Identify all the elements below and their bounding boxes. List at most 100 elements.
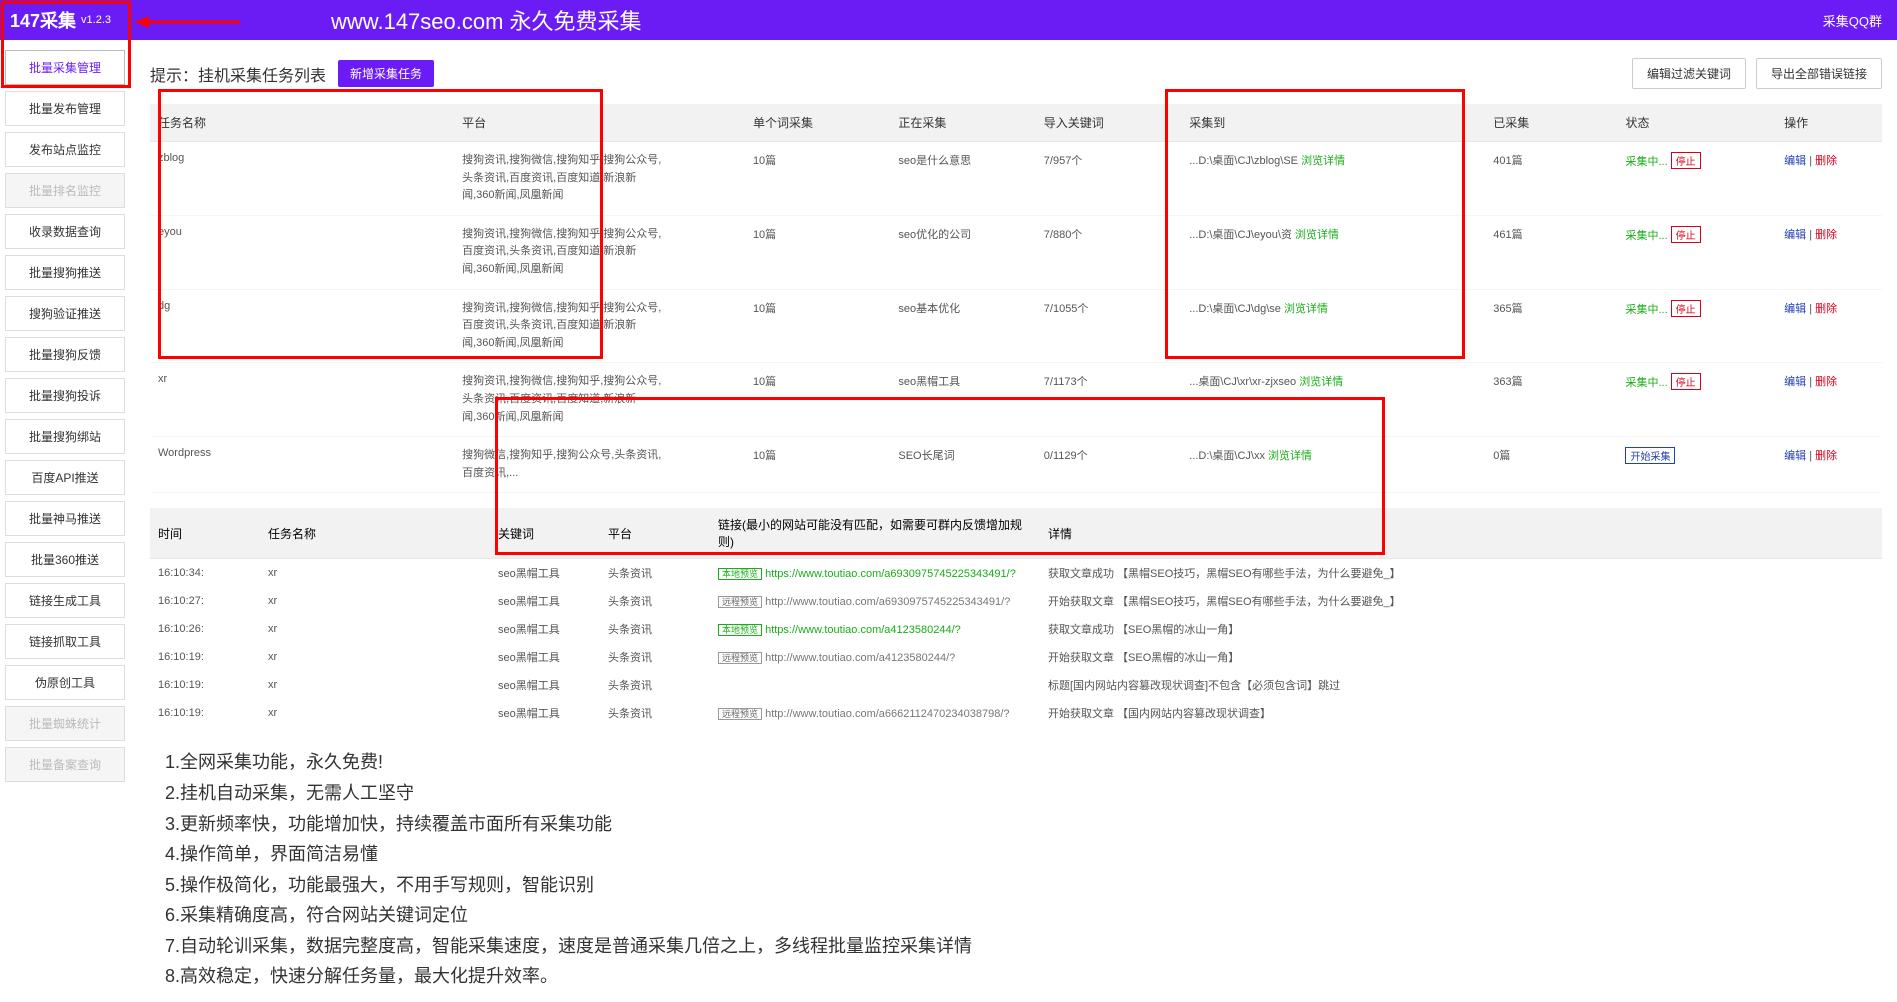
th-keywords: 导入关键词: [1036, 104, 1181, 142]
stop-button[interactable]: 停止: [1671, 152, 1701, 169]
delete-link[interactable]: 删除: [1815, 155, 1837, 167]
cell-collected: 365篇: [1485, 289, 1617, 363]
cell-single: 10篇: [745, 215, 890, 289]
cell-status: 采集中...停止: [1617, 215, 1776, 289]
task-row: zblog搜狗资讯,搜狗微信,搜狗知乎,搜狗公众号,头条资讯,百度资讯,百度知道…: [150, 142, 1882, 216]
status-text: 采集中...: [1625, 304, 1667, 316]
main-content: 提示：挂机采集任务列表 新增采集任务 编辑过滤关键词 导出全部错误链接 任务名称…: [130, 40, 1897, 1002]
browse-detail-link[interactable]: 浏览详情: [1295, 229, 1339, 241]
th-detail: 详情: [1040, 508, 1882, 559]
cell-time: 16:10:26:: [150, 615, 260, 643]
sidebar-item-7[interactable]: 批量搜狗反馈: [5, 337, 125, 372]
browse-detail-link[interactable]: 浏览详情: [1301, 155, 1345, 167]
start-button[interactable]: 开始采集: [1625, 447, 1675, 464]
sidebar-item-16: 批量蜘蛛统计: [5, 706, 125, 741]
cell-action: 编辑 | 删除: [1776, 437, 1882, 493]
cell-platform: 头条资讯: [600, 587, 710, 615]
feature-line: 4.操作简单，界面简洁易懂: [165, 839, 1882, 870]
cell-action: 编辑 | 删除: [1776, 215, 1882, 289]
delete-link[interactable]: 删除: [1815, 303, 1837, 315]
cell-platform: 搜狗资讯,搜狗微信,搜狗知乎,搜狗公众号,百度资讯,头条资讯,百度知道,新浪新闻…: [454, 215, 745, 289]
edit-link[interactable]: 编辑: [1784, 155, 1806, 167]
cell-keyword: seo黑帽工具: [490, 643, 600, 671]
cell-action: 编辑 | 删除: [1776, 289, 1882, 363]
cell-taskname: xr: [260, 615, 490, 643]
new-task-button[interactable]: 新增采集任务: [338, 60, 434, 87]
export-errors-button[interactable]: 导出全部错误链接: [1756, 58, 1882, 89]
cell-keywords: 7/1055个: [1036, 289, 1181, 363]
stop-button[interactable]: 停止: [1671, 226, 1701, 243]
cell-platform: 搜狗资讯,搜狗微信,搜狗知乎,搜狗公众号,头条资讯,百度资讯,百度知道,新浪新闻…: [454, 142, 745, 216]
feature-line: 7.自动轮训采集，数据完整度高，智能采集速度，速度是普通采集几倍之上，多线程批量…: [165, 931, 1882, 962]
cell-time: 16:10:19:: [150, 699, 260, 727]
sidebar-item-1[interactable]: 批量发布管理: [5, 91, 125, 126]
qq-group-link[interactable]: 采集QQ群: [1823, 11, 1882, 30]
cell-collecting: seo优化的公司: [890, 215, 1035, 289]
cell-time: 16:10:34:: [150, 559, 260, 588]
cell-detail: 开始获取文章 【国内网站内容篡改现状调查】: [1040, 699, 1882, 727]
browse-detail-link[interactable]: 浏览详情: [1268, 450, 1312, 462]
local-preview-badge[interactable]: 本地预览: [718, 624, 762, 636]
sidebar-item-13[interactable]: 链接生成工具: [5, 583, 125, 618]
cell-detail: 开始获取文章 【SEO黑帽的冰山一角】: [1040, 643, 1882, 671]
log-url[interactable]: http://www.toutiao.com/a6662112470234038…: [765, 708, 1009, 720]
filter-keywords-button[interactable]: 编辑过滤关键词: [1632, 58, 1746, 89]
app-logo: 147采集: [10, 7, 76, 33]
delete-link[interactable]: 删除: [1815, 229, 1837, 241]
feature-line: 8.高效稳定，快速分解任务量，最大化提升效率。: [165, 961, 1882, 992]
edit-link[interactable]: 编辑: [1784, 303, 1806, 315]
remote-preview-badge[interactable]: 远程预览: [718, 708, 762, 720]
sidebar-item-15[interactable]: 伪原创工具: [5, 665, 125, 700]
cell-collecting: SEO长尾词: [890, 437, 1035, 493]
sidebar-item-10[interactable]: 百度API推送: [5, 460, 125, 495]
stop-button[interactable]: 停止: [1671, 373, 1701, 390]
th-link: 链接(最小的网站可能没有匹配，如需要可群内反馈增加规则): [710, 508, 1040, 559]
stop-button[interactable]: 停止: [1671, 300, 1701, 317]
log-url[interactable]: https://www.toutiao.com/a693097574522534…: [765, 568, 1016, 580]
th-status: 状态: [1617, 104, 1776, 142]
remote-preview-badge[interactable]: 远程预览: [718, 652, 762, 664]
cell-link: 远程预览 http://www.toutiao.com/a69309757452…: [710, 587, 1040, 615]
cell-name: dg: [150, 289, 454, 363]
edit-link[interactable]: 编辑: [1784, 229, 1806, 241]
sidebar-item-2[interactable]: 发布站点监控: [5, 132, 125, 167]
cell-path: ...D:\桌面\CJ\eyou\资 浏览详情: [1181, 215, 1485, 289]
cell-detail: 开始获取文章 【黑帽SEO技巧，黑帽SEO有哪些手法，为什么要避免_】: [1040, 587, 1882, 615]
delete-link[interactable]: 删除: [1815, 450, 1837, 462]
local-preview-badge[interactable]: 本地预览: [718, 568, 762, 580]
log-row: 16:10:27:xrseo黑帽工具头条资讯远程预览 http://www.to…: [150, 587, 1882, 615]
cell-platform: 头条资讯: [600, 671, 710, 699]
sidebar-item-3: 批量排名监控: [5, 173, 125, 208]
cell-time: 16:10:19:: [150, 671, 260, 699]
task-row: Wordpress搜狗微信,搜狗知乎,搜狗公众号,头条资讯,百度资讯,...10…: [150, 437, 1882, 493]
cell-time: 16:10:27:: [150, 587, 260, 615]
log-url[interactable]: https://www.toutiao.com/a4123580244/?: [765, 624, 961, 636]
cell-platform: 头条资讯: [600, 559, 710, 588]
log-url[interactable]: http://www.toutiao.com/a6930975745225343…: [765, 596, 1010, 608]
top-bar: 提示：挂机采集任务列表 新增采集任务 编辑过滤关键词 导出全部错误链接: [150, 50, 1882, 104]
log-url[interactable]: http://www.toutiao.com/a4123580244/?: [765, 652, 955, 664]
sidebar-item-0[interactable]: 批量采集管理: [5, 50, 125, 85]
th-time: 时间: [150, 508, 260, 559]
th-single: 单个词采集: [745, 104, 890, 142]
sidebar: 批量采集管理批量发布管理发布站点监控批量排名监控收录数据查询批量搜狗推送搜狗验证…: [0, 40, 130, 1002]
browse-detail-link[interactable]: 浏览详情: [1299, 376, 1343, 388]
delete-link[interactable]: 删除: [1815, 376, 1837, 388]
cell-keyword: seo黑帽工具: [490, 587, 600, 615]
edit-link[interactable]: 编辑: [1784, 376, 1806, 388]
edit-link[interactable]: 编辑: [1784, 450, 1806, 462]
sidebar-item-14[interactable]: 链接抓取工具: [5, 624, 125, 659]
sidebar-item-12[interactable]: 批量360推送: [5, 542, 125, 577]
sidebar-item-6[interactable]: 搜狗验证推送: [5, 296, 125, 331]
browse-detail-link[interactable]: 浏览详情: [1284, 303, 1328, 315]
sidebar-item-8[interactable]: 批量搜狗投诉: [5, 378, 125, 413]
th-path: 采集到: [1181, 104, 1485, 142]
cell-taskname: xr: [260, 587, 490, 615]
sidebar-item-9[interactable]: 批量搜狗绑站: [5, 419, 125, 454]
sidebar-item-11[interactable]: 批量神马推送: [5, 501, 125, 536]
sidebar-item-5[interactable]: 批量搜狗推送: [5, 255, 125, 290]
cell-name: eyou: [150, 215, 454, 289]
remote-preview-badge[interactable]: 远程预览: [718, 596, 762, 608]
sidebar-item-4[interactable]: 收录数据查询: [5, 214, 125, 249]
feature-line: 1.全网采集功能，永久免费!: [165, 747, 1882, 778]
